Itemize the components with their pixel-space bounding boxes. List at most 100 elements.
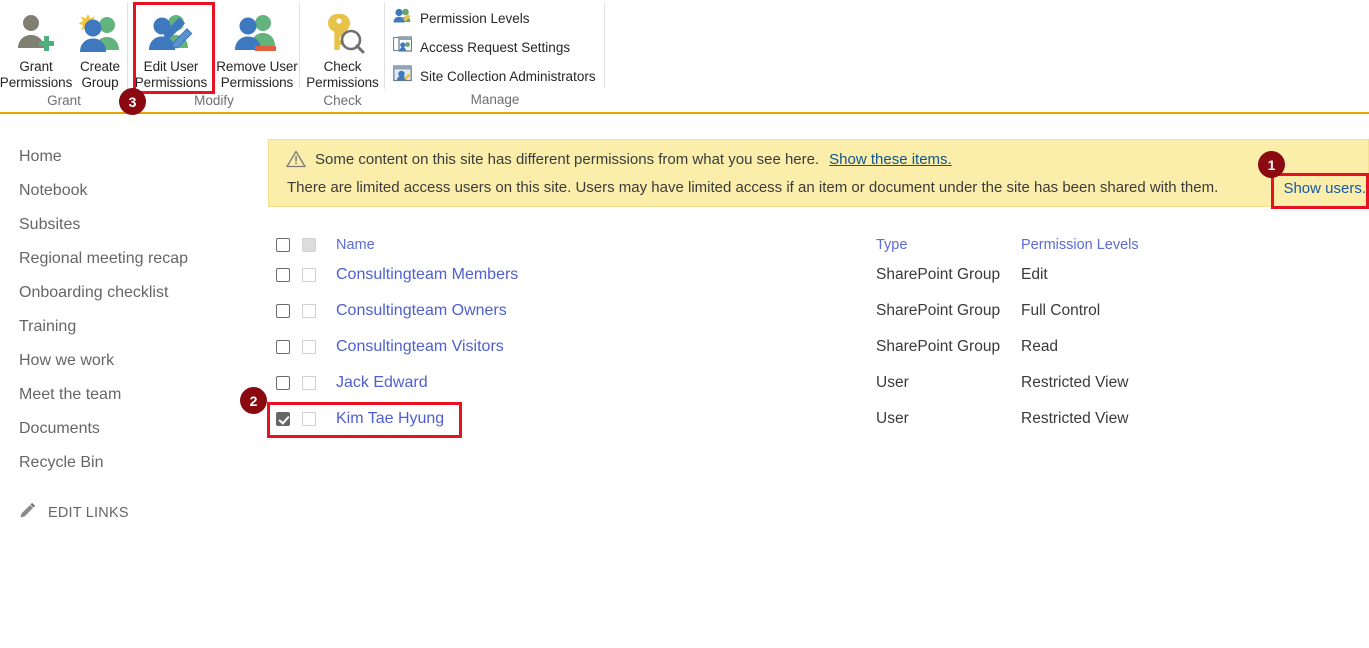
sidebar-item-how-we-work[interactable]: How we work: [0, 344, 250, 378]
row-select-cell: [276, 412, 302, 426]
sidebar-item-documents[interactable]: Documents: [0, 412, 250, 446]
table-row[interactable]: Consultingteam Owners SharePoint Group F…: [276, 293, 1286, 329]
column-header-permission-levels[interactable]: Permission Levels: [1021, 237, 1139, 253]
show-these-items-link[interactable]: Show these items.: [829, 151, 952, 168]
edit-links-label: EDIT LINKS: [48, 505, 129, 521]
create-group-button[interactable]: CreateGroup: [72, 2, 128, 90]
table-row[interactable]: Consultingteam Visitors SharePoint Group…: [276, 329, 1286, 365]
row-secondary-checkbox[interactable]: [302, 412, 316, 426]
banner-line-1: Some content on this site has different …: [269, 145, 1368, 173]
divider: [604, 2, 605, 89]
sidebar-item-training[interactable]: Training: [0, 310, 250, 344]
check-permissions-button[interactable]: CheckPermissions: [300, 2, 385, 90]
row-name-cell: Consultingteam Members: [336, 266, 876, 284]
annotation-badge-1: 1: [1258, 151, 1285, 178]
create-group-label: CreateGroup: [80, 59, 120, 90]
banner-text-1: Some content on this site has different …: [315, 151, 819, 168]
column-header-type[interactable]: Type: [876, 237, 907, 253]
edit-user-permissions-icon: [146, 7, 196, 59]
grant-permissions-label: GrantPermissions: [0, 59, 72, 90]
row-permission: Read: [1021, 338, 1281, 356]
table-row[interactable]: Jack Edward User Restricted View: [276, 365, 1286, 401]
row-secondary-checkbox[interactable]: [302, 304, 316, 318]
principal-link[interactable]: Jack Edward: [336, 374, 428, 391]
access-request-settings-button[interactable]: Access Request Settings: [393, 36, 596, 58]
sidebar-item-onboarding-checklist[interactable]: Onboarding checklist: [0, 276, 250, 310]
check-permissions-label: CheckPermissions: [306, 59, 378, 90]
principal-link[interactable]: Consultingteam Members: [336, 266, 518, 283]
permission-levels-label: Permission Levels: [420, 11, 530, 26]
annotation-badge-3: 3: [119, 88, 146, 115]
table-row[interactable]: Kim Tae Hyung User Restricted View: [276, 401, 1286, 437]
row-type: SharePoint Group: [876, 302, 1021, 320]
row-secondary-cell: [302, 304, 336, 318]
edit-links-button[interactable]: EDIT LINKS: [0, 498, 250, 528]
sidebar-item-recycle-bin[interactable]: Recycle Bin: [0, 446, 250, 480]
row-checkbox[interactable]: [276, 304, 290, 318]
left-navigation: Home Notebook Subsites Regional meeting …: [0, 140, 250, 528]
select-all-checkbox[interactable]: [276, 238, 290, 252]
row-checkbox[interactable]: [276, 340, 290, 354]
row-secondary-checkbox[interactable]: [302, 268, 316, 282]
access-request-settings-label: Access Request Settings: [420, 40, 570, 55]
sidebar-item-home[interactable]: Home: [0, 140, 250, 174]
annotation-badge-2: 2: [240, 387, 267, 414]
header-secondary-checkbox[interactable]: [302, 238, 316, 252]
sidebar-item-subsites[interactable]: Subsites: [0, 208, 250, 242]
table-row[interactable]: Consultingteam Members SharePoint Group …: [276, 257, 1286, 293]
header-type-cell: Type: [876, 236, 1021, 254]
pencil-icon: [19, 502, 36, 524]
row-select-cell: [276, 304, 302, 318]
row-type: SharePoint Group: [876, 338, 1021, 356]
site-collection-administrators-button[interactable]: Site Collection Administrators: [393, 65, 596, 87]
ribbon-groups: GrantPermissions: [0, 0, 605, 113]
ribbon-group-check-label: Check: [300, 90, 385, 113]
table-header-row: Name Type Permission Levels: [276, 232, 1286, 257]
row-checkbox[interactable]: [276, 268, 290, 282]
ribbon-group-grant: GrantPermissions: [0, 0, 128, 113]
row-permission: Restricted View: [1021, 410, 1281, 428]
principal-link[interactable]: Consultingteam Owners: [336, 302, 507, 319]
header-secondary-cell: [302, 238, 336, 252]
sidebar-item-notebook[interactable]: Notebook: [0, 174, 250, 208]
row-type: User: [876, 374, 1021, 392]
banner-line-2: There are limited access users on this s…: [269, 173, 1368, 201]
permissions-warning-banner: Some content on this site has different …: [268, 139, 1369, 207]
show-users-link[interactable]: Show users.: [1279, 178, 1368, 199]
row-select-cell: [276, 376, 302, 390]
sidebar-item-meet-the-team[interactable]: Meet the team: [0, 378, 250, 412]
edit-user-permissions-button[interactable]: Edit UserPermissions: [128, 2, 214, 90]
ribbon-toolbar: GrantPermissions: [0, 0, 1369, 114]
column-header-name[interactable]: Name: [336, 237, 375, 253]
ribbon-bottom-rule: [0, 112, 1369, 114]
row-secondary-checkbox[interactable]: [302, 376, 316, 390]
row-permission: Full Control: [1021, 302, 1281, 320]
grant-permissions-button[interactable]: GrantPermissions: [0, 2, 72, 90]
row-checkbox[interactable]: [276, 412, 290, 426]
user-add-icon: [13, 7, 59, 59]
row-type: User: [876, 410, 1021, 428]
check-permissions-key-icon: [321, 7, 365, 59]
ribbon-group-modify: Edit UserPermissions Remo: [128, 0, 300, 113]
permission-levels-button[interactable]: Permission Levels: [393, 7, 596, 29]
principal-link[interactable]: Consultingteam Visitors: [336, 338, 504, 355]
ribbon-group-check: CheckPermissions Check: [300, 0, 385, 113]
row-name-cell: Consultingteam Visitors: [336, 338, 876, 356]
banner-text-2: There are limited access users on this s…: [287, 179, 1218, 196]
principal-link[interactable]: Kim Tae Hyung: [336, 410, 444, 427]
row-secondary-cell: [302, 376, 336, 390]
row-type: SharePoint Group: [876, 266, 1021, 284]
row-checkbox[interactable]: [276, 376, 290, 390]
row-name-cell: Kim Tae Hyung: [336, 410, 876, 428]
sidebar-item-regional-meeting-recap[interactable]: Regional meeting recap: [0, 242, 250, 276]
access-request-settings-icon: [393, 36, 412, 58]
ribbon-group-manage-label: Manage: [385, 89, 605, 113]
ribbon-group-grant-label: Grant: [0, 90, 128, 113]
remove-user-permissions-button[interactable]: Remove UserPermissions: [214, 2, 300, 90]
edit-user-permissions-label: Edit UserPermissions: [135, 59, 207, 90]
row-secondary-checkbox[interactable]: [302, 340, 316, 354]
row-select-cell: [276, 340, 302, 354]
permissions-table: Name Type Permission Levels Consultingte…: [276, 232, 1286, 437]
row-select-cell: [276, 268, 302, 282]
permission-levels-icon: [393, 7, 412, 29]
